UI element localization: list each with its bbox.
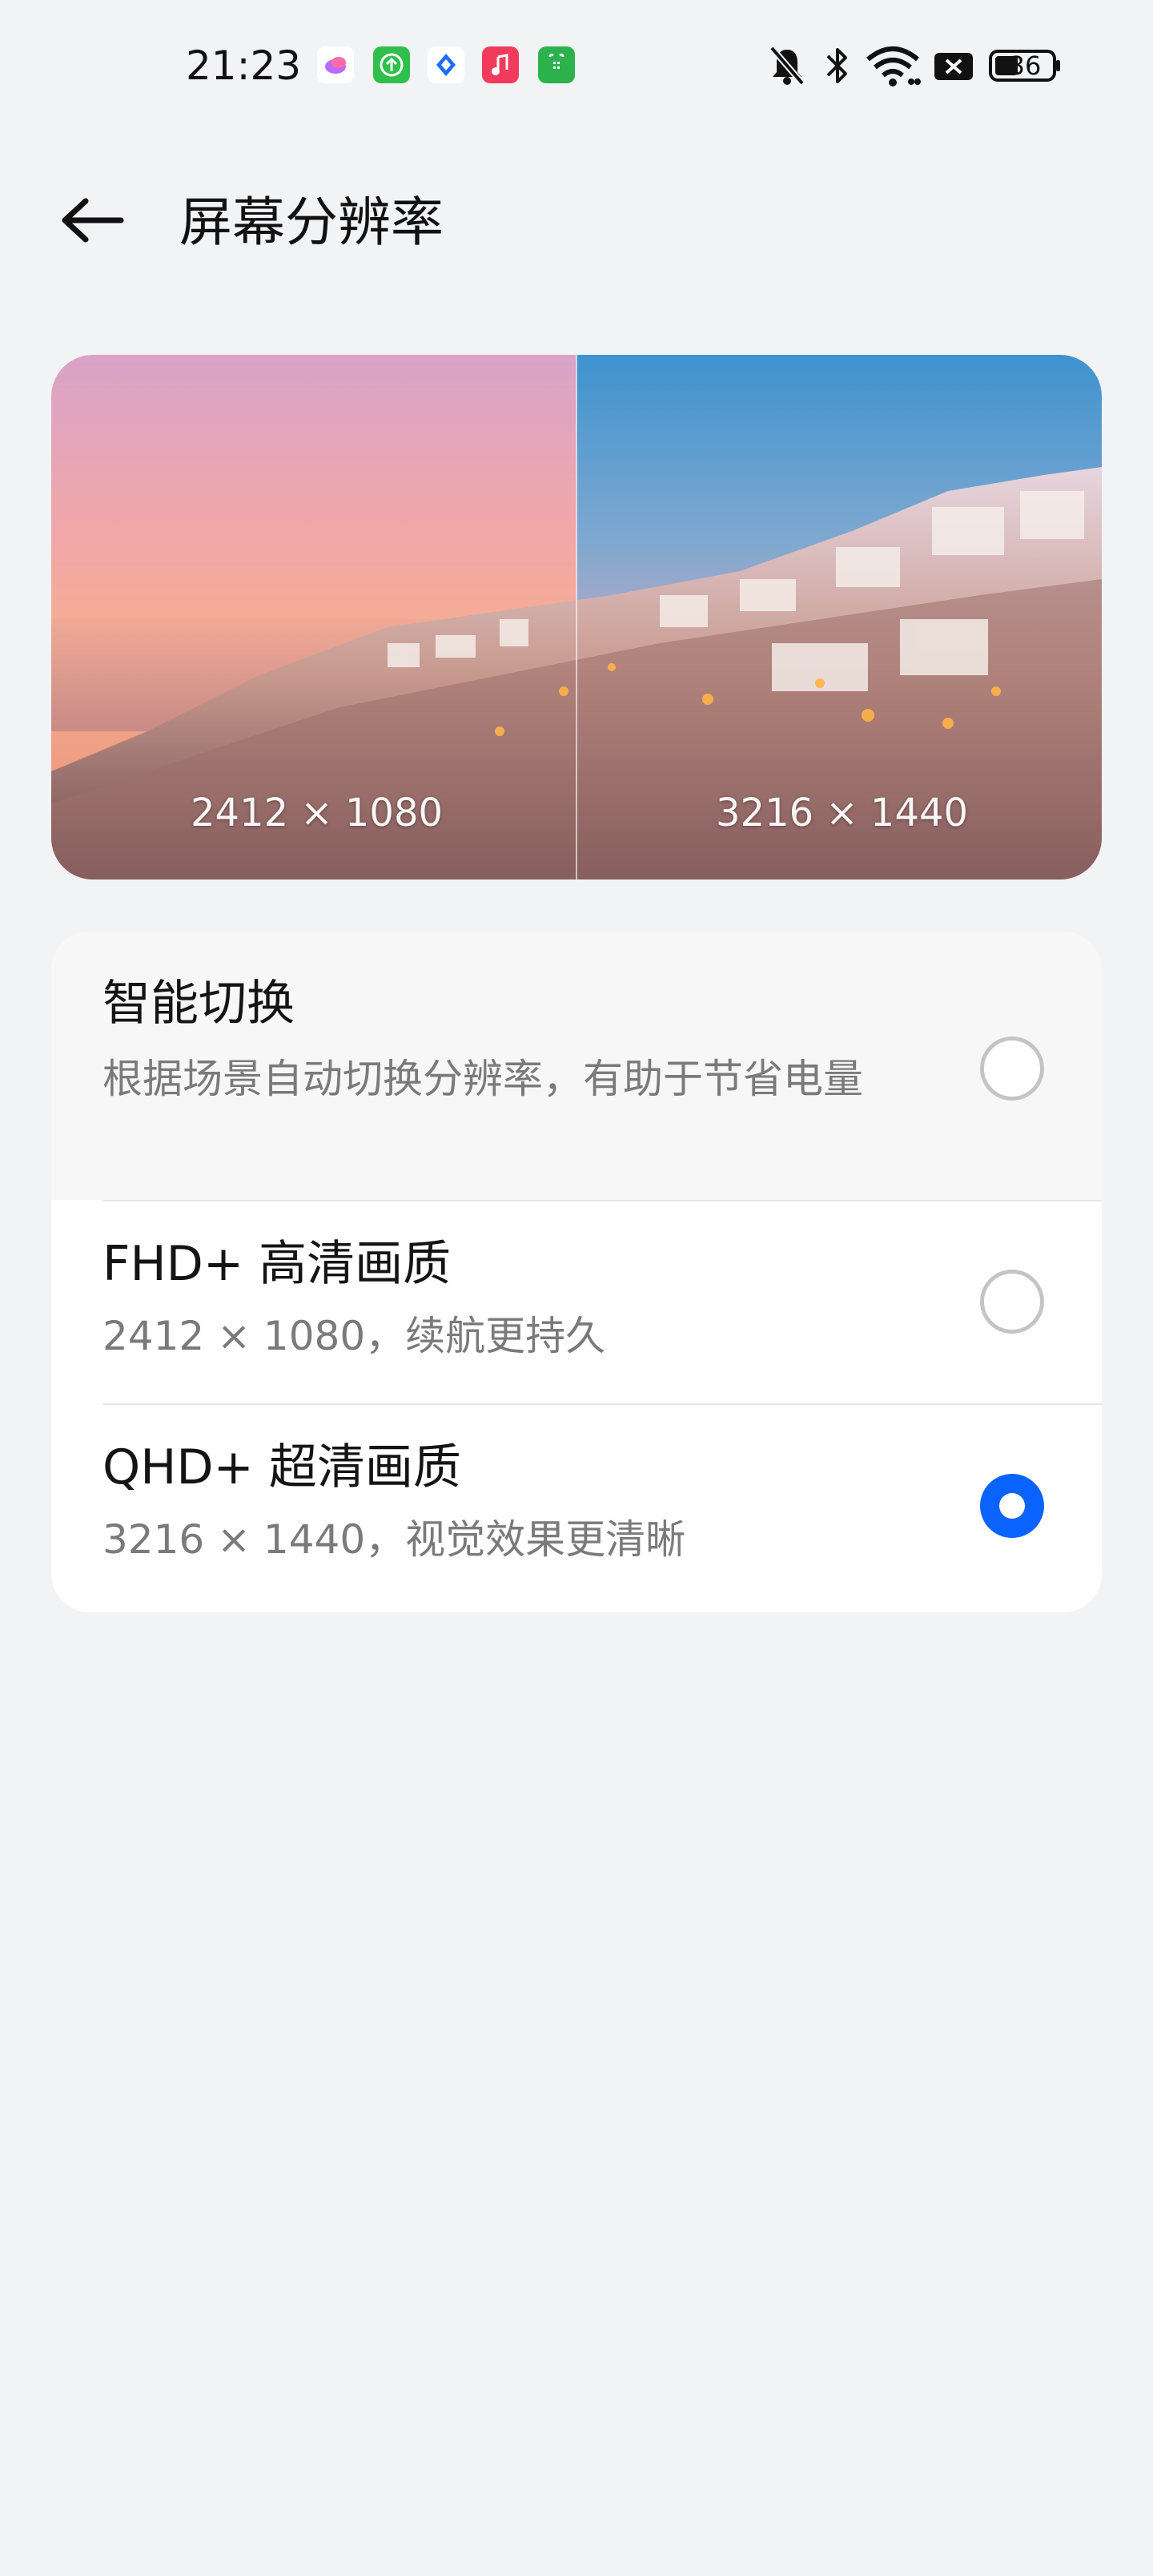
option-smart-switch[interactable]: 智能切换 根据场景自动切换分辨率，有助于节省电量 [51,932,1102,1200]
wifi-icon [865,43,921,88]
option-title: 智能切换 [102,976,295,1032]
arrow-left-icon [60,196,124,248]
bell-off-icon [767,43,807,88]
status-bar: 21:23 36 [0,0,1153,136]
radio-smart-switch[interactable] [980,1036,1044,1101]
sim-off-icon [932,43,975,88]
preview-label-fhd: 2412 × 1080 [191,791,444,835]
option-qhd[interactable]: QHD+ 超清画质 3216 × 1440，视觉效果更清晰 [51,1405,1102,1612]
radio-qhd[interactable] [980,1474,1044,1538]
cloud-app-icon [317,46,354,83]
option-title: FHD+ 高清画质 [102,1236,452,1292]
option-description: 根据场景自动切换分辨率，有助于节省电量 [102,1056,863,1102]
status-time: 21:23 [186,42,302,89]
radio-fhd[interactable] [980,1270,1044,1334]
back-button[interactable] [56,186,128,258]
battery-level: 36 [1008,50,1042,81]
option-description: 3216 × 1440，视觉效果更清晰 [102,1516,686,1563]
store-app-icon [538,46,575,83]
music-app-icon [482,46,519,83]
upload-app-icon [373,46,410,83]
option-title: QHD+ 超清画质 [102,1439,461,1495]
option-fhd[interactable]: FHD+ 高清画质 2412 × 1080，续航更持久 [51,1201,1102,1403]
browser-app-icon [428,46,464,83]
option-description: 2412 × 1080，续航更持久 [102,1313,606,1359]
page-title: 屏幕分辨率 [179,191,444,253]
preview-label-qhd: 3216 × 1440 [716,791,969,835]
resolution-options-card: 智能切换 根据场景自动切换分辨率，有助于节省电量 FHD+ 高清画质 2412 … [51,932,1102,1612]
bluetooth-icon [820,43,855,88]
